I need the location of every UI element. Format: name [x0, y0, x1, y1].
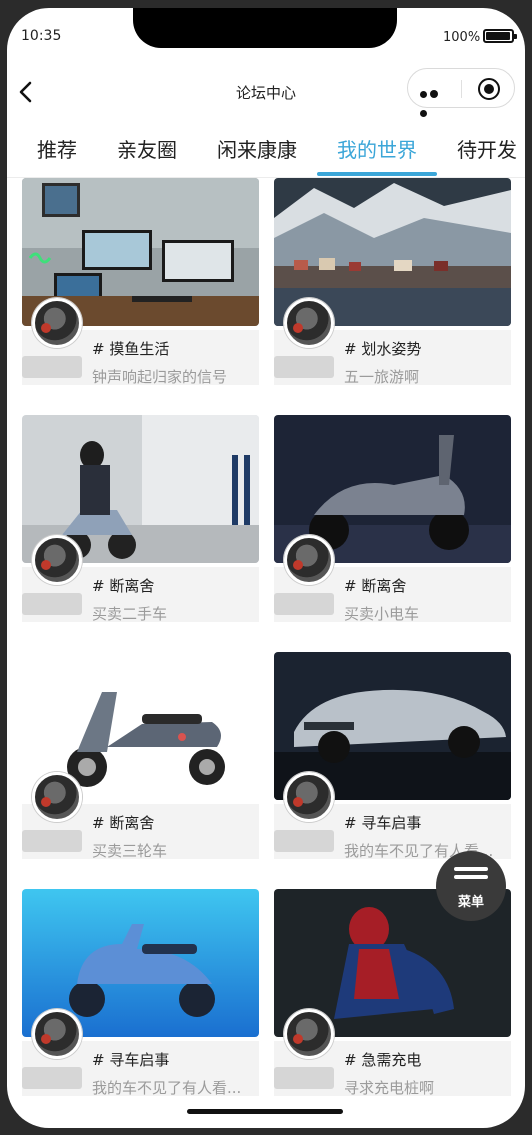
close-target-icon[interactable] [478, 78, 500, 100]
tab-leisure[interactable]: 闲来康康 [217, 134, 297, 163]
follow-button[interactable] [22, 356, 82, 378]
user-avatar[interactable] [284, 1009, 334, 1059]
battery-percent: 100% [443, 30, 481, 45]
post-tag[interactable]: # 断离舍 [344, 575, 406, 596]
home-indicator [187, 1109, 343, 1114]
post-card[interactable]: # 寻车启事 我的车不见了有人看... [22, 889, 259, 1097]
menu-fab-button[interactable]: 菜单 [436, 851, 506, 921]
hamburger-menu-icon [454, 867, 488, 887]
tab-friends[interactable]: 亲友圈 [117, 134, 177, 163]
tab-pending[interactable]: 待开发 [457, 134, 517, 163]
user-avatar[interactable] [284, 772, 334, 822]
mini-program-capsule [407, 68, 515, 117]
post-tag[interactable]: # 断离舍 [92, 575, 154, 596]
user-avatar[interactable] [32, 772, 82, 822]
post-tag[interactable]: # 摸鱼生活 [92, 338, 169, 359]
post-card[interactable]: # 摸鱼生活 钟声响起归家的信号 [22, 178, 259, 386]
status-time: 10:35 [21, 28, 62, 44]
post-tag[interactable]: # 寻车启事 [344, 812, 421, 833]
post-description: 我的车不见了有人看... [92, 1079, 242, 1097]
post-description: 买卖二手车 [92, 605, 168, 623]
phone-screen: 10:35 100% 论坛中心 推荐 亲友圈 闲来康康 我的世界 待开发 # 摸… [7, 8, 525, 1128]
post-description: 五一旅游啊 [344, 368, 420, 386]
post-card[interactable]: # 断离舍 买卖二手车 [22, 415, 259, 623]
post-tag[interactable]: # 寻车启事 [92, 1049, 169, 1070]
follow-button[interactable] [22, 1067, 82, 1089]
notch [133, 8, 397, 48]
category-tabs: 推荐 亲友圈 闲来康康 我的世界 待开发 [7, 126, 525, 178]
follow-button[interactable] [22, 593, 82, 615]
user-avatar[interactable] [32, 1009, 82, 1059]
battery-icon [483, 29, 517, 43]
follow-button[interactable] [274, 593, 334, 615]
follow-button[interactable] [274, 1067, 334, 1089]
post-card[interactable]: # 断离舍 买卖小电车 [274, 415, 511, 623]
post-tag[interactable]: # 断离舍 [92, 812, 154, 833]
post-description: 买卖小电车 [344, 605, 420, 623]
post-description: 寻求充电桩啊 [344, 1079, 435, 1097]
user-avatar[interactable] [284, 298, 334, 348]
follow-button[interactable] [274, 356, 334, 378]
post-description: 买卖三轮车 [92, 842, 168, 860]
post-tag[interactable]: # 划水姿势 [344, 338, 421, 359]
post-grid: # 摸鱼生活 钟声响起归家的信号 # 划水姿势 五一旅游啊 # 断离舍 买卖二手… [7, 178, 525, 1100]
capsule-divider [461, 80, 462, 98]
post-description: 钟声响起归家的信号 [92, 368, 228, 386]
follow-button[interactable] [274, 830, 334, 852]
post-card[interactable]: # 寻车启事 我的车不见了有人看... [274, 652, 511, 860]
menu-label: 菜单 [457, 895, 484, 910]
post-tag[interactable]: # 急需充电 [344, 1049, 421, 1070]
tab-recommend[interactable]: 推荐 [37, 134, 77, 163]
user-avatar[interactable] [32, 535, 82, 585]
post-card[interactable]: # 划水姿势 五一旅游啊 [274, 178, 511, 386]
active-tab-indicator [317, 172, 437, 176]
post-card[interactable]: # 断离舍 买卖三轮车 [22, 652, 259, 860]
user-avatar[interactable] [32, 298, 82, 348]
follow-button[interactable] [22, 830, 82, 852]
more-dots-icon[interactable] [420, 83, 450, 117]
tab-my-world[interactable]: 我的世界 [337, 134, 417, 163]
user-avatar[interactable] [284, 535, 334, 585]
